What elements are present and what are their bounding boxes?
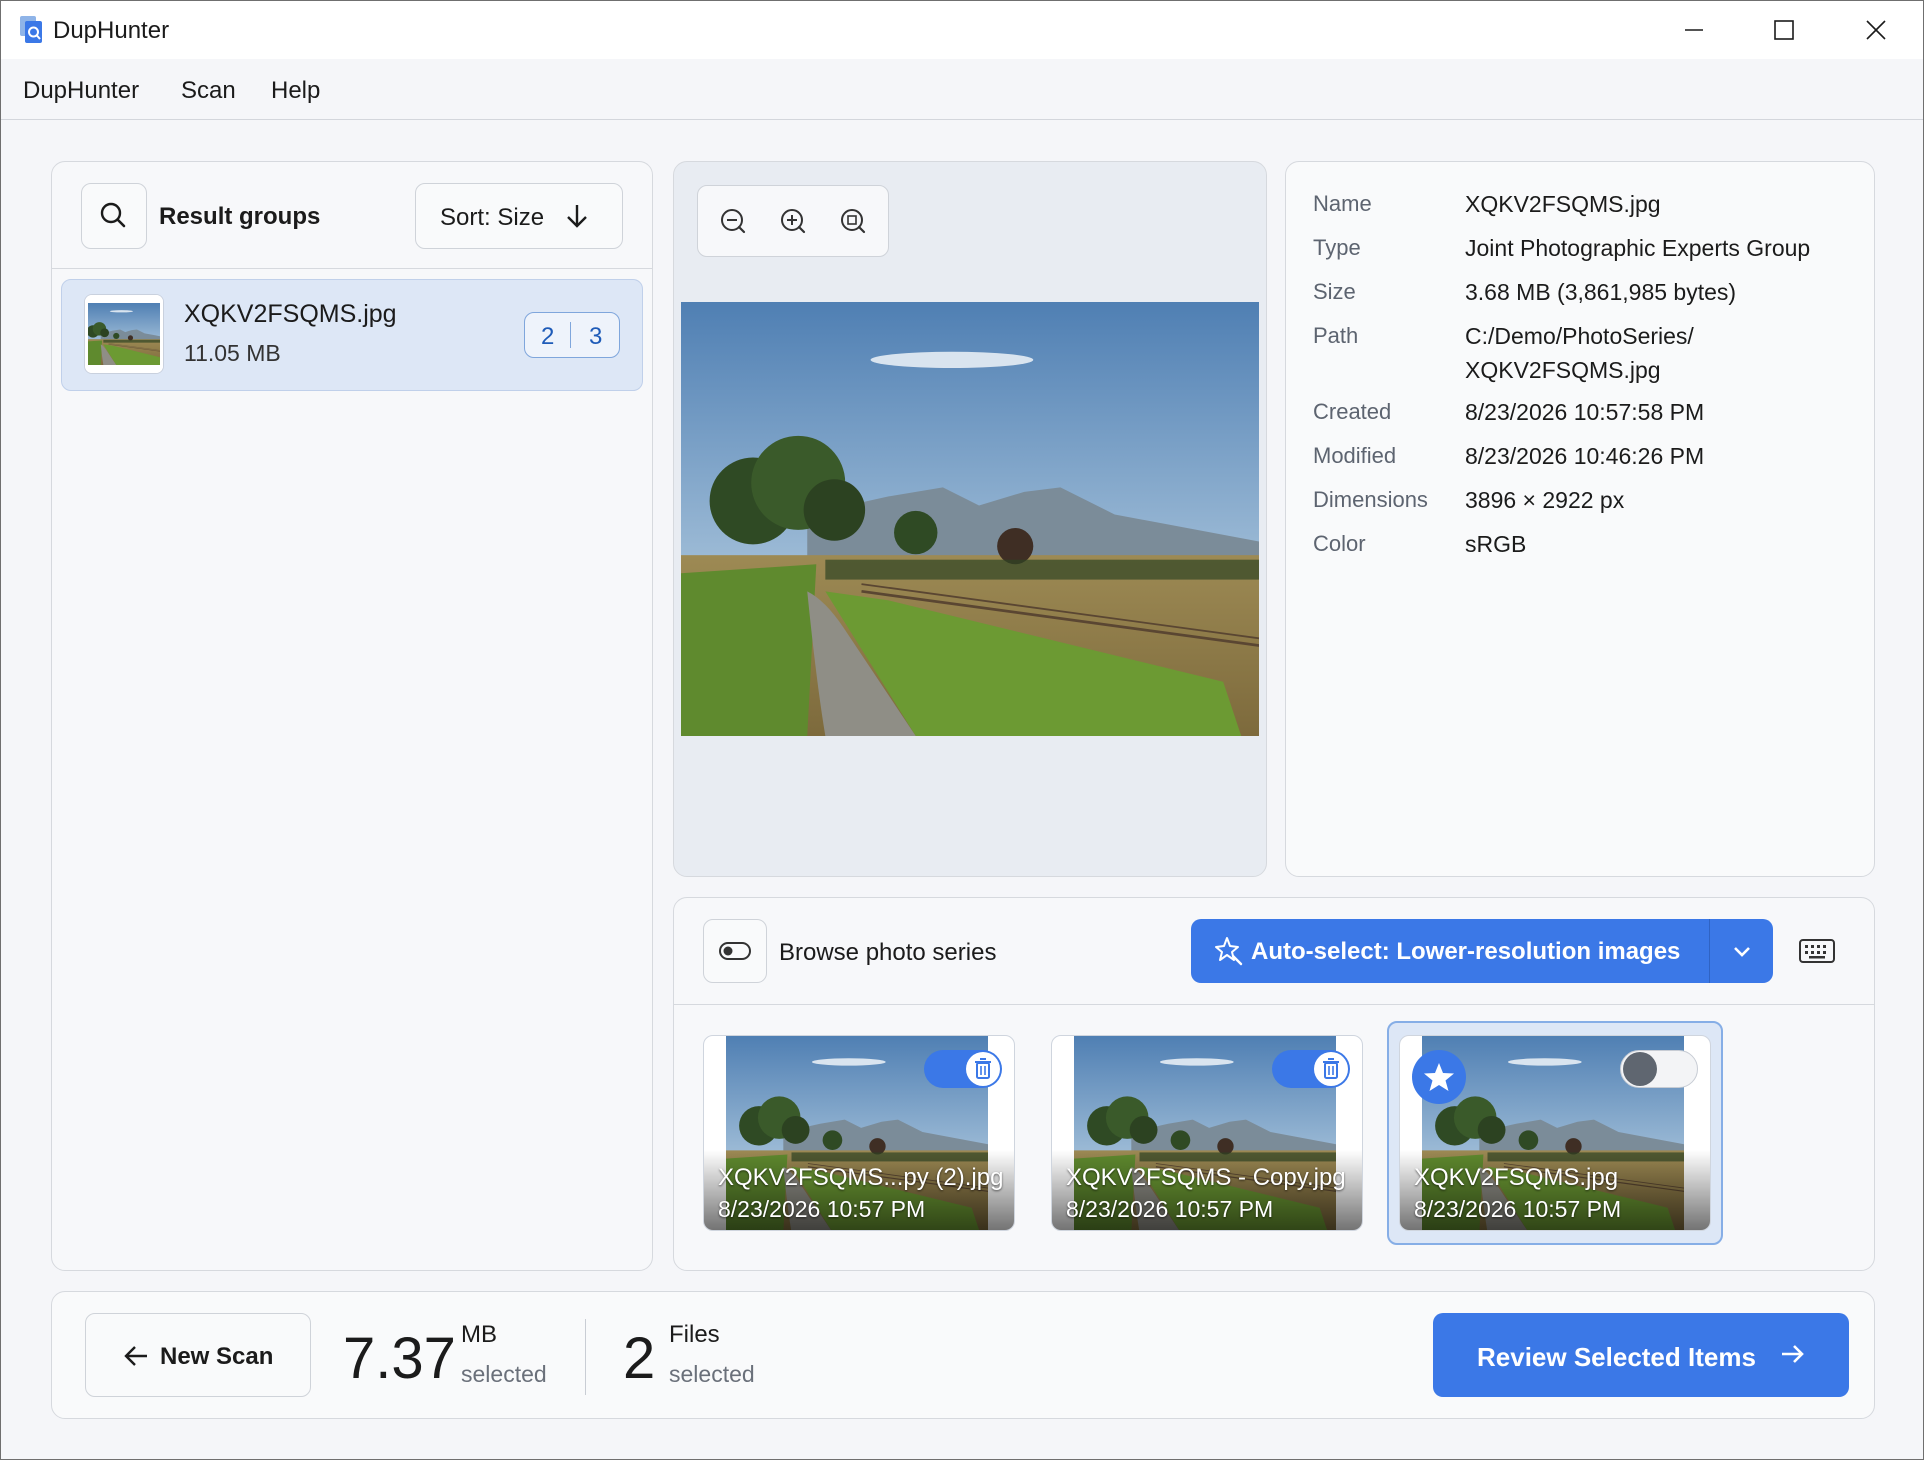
zoom-in-icon bbox=[781, 209, 806, 234]
divider bbox=[674, 1004, 1874, 1005]
prop-label-name: Name bbox=[1313, 191, 1372, 216]
zoom-out-button[interactable] bbox=[712, 200, 756, 244]
new-scan-button[interactable]: New Scan bbox=[85, 1313, 311, 1397]
prop-value-dimensions: 3896 × 2922 px bbox=[1465, 487, 1625, 513]
auto-select-dropdown[interactable] bbox=[1710, 919, 1773, 983]
prop-value-modified: 8/23/2026 10:46:26 PM bbox=[1465, 443, 1705, 469]
star-icon bbox=[1424, 1063, 1454, 1091]
sort-button[interactable]: Sort: Size bbox=[415, 183, 623, 249]
preferred-badge bbox=[1412, 1050, 1466, 1104]
selected-size-caption: selected bbox=[461, 1361, 547, 1387]
trash-icon bbox=[975, 1058, 991, 1079]
selected-size-value: 7.37 bbox=[343, 1326, 456, 1391]
close-button[interactable] bbox=[1831, 1, 1921, 59]
delete-toggle[interactable] bbox=[924, 1050, 1002, 1088]
app-logo-icon bbox=[20, 16, 42, 43]
count-a: 2 bbox=[541, 323, 555, 350]
arrow-left-icon bbox=[124, 1346, 147, 1366]
selected-files-caption: selected bbox=[669, 1361, 755, 1387]
prop-label-color: Color bbox=[1313, 531, 1366, 556]
group-file-name: XQKV2FSQMS.jpg bbox=[184, 300, 397, 328]
footer-divider bbox=[585, 1319, 586, 1395]
card-file-name: XQKV2FSQMS.jpg bbox=[1414, 1164, 1619, 1191]
delete-toggle[interactable] bbox=[1620, 1050, 1698, 1088]
menu-scan[interactable]: Scan bbox=[181, 77, 236, 105]
prop-label-created: Created bbox=[1313, 399, 1392, 424]
card-file-name: XQKV2FSQMS - Copy.jpg bbox=[1066, 1164, 1346, 1191]
toggle-knob bbox=[1623, 1052, 1657, 1086]
prop-label-dimensions: Dimensions bbox=[1313, 487, 1428, 512]
toggle-knob bbox=[1314, 1052, 1348, 1086]
toggle-icon bbox=[719, 942, 751, 960]
prop-value-created: 8/23/2026 10:57:58 PM bbox=[1465, 399, 1705, 425]
prop-label-path: Path bbox=[1313, 323, 1359, 348]
zoom-toolbar bbox=[697, 185, 889, 257]
series-card-preferred[interactable]: XQKV2FSQMS.jpg 8/23/2026 10:57 PM bbox=[1399, 1035, 1711, 1231]
count-b: 3 bbox=[589, 323, 603, 350]
group-thumbnail bbox=[84, 294, 164, 374]
keyboard-shortcuts-button[interactable] bbox=[1797, 933, 1837, 969]
card-date: 8/23/2026 10:57 PM bbox=[1414, 1196, 1622, 1222]
app-window: DupHunter DupHunter Scan Help Result gro… bbox=[0, 0, 1924, 1460]
auto-select-button[interactable]: Auto-select: Lower-resolution images bbox=[1191, 919, 1773, 983]
selected-files-value: 2 bbox=[623, 1326, 656, 1391]
results-title: Result groups bbox=[159, 203, 321, 230]
search-button[interactable] bbox=[81, 183, 147, 249]
minimize-button[interactable] bbox=[1649, 1, 1739, 59]
series-card[interactable]: XQKV2FSQMS...py (2).jpg 8/23/2026 10:57 … bbox=[703, 1035, 1015, 1231]
zoom-in-button[interactable] bbox=[772, 200, 816, 244]
prop-value-name: XQKV2FSQMS.jpg bbox=[1465, 191, 1661, 217]
arrow-down-icon bbox=[567, 205, 587, 228]
browse-series-toggle[interactable] bbox=[703, 919, 767, 983]
trash-icon bbox=[1323, 1058, 1339, 1079]
zoom-fit-icon bbox=[841, 209, 866, 234]
selected-files-unit: Files bbox=[669, 1321, 720, 1348]
zoom-out-icon bbox=[721, 209, 746, 234]
menu-duphunter[interactable]: DupHunter bbox=[23, 77, 139, 105]
review-selected-label: Review Selected Items bbox=[1477, 1342, 1756, 1372]
minimize-icon bbox=[1685, 29, 1703, 31]
menu-bar: DupHunter Scan Help bbox=[1, 59, 1923, 120]
browse-series-label: Browse photo series bbox=[779, 939, 997, 966]
maximize-icon bbox=[1774, 20, 1794, 40]
arrow-right-icon bbox=[1782, 1345, 1804, 1363]
properties-panel bbox=[1285, 161, 1875, 877]
divider bbox=[52, 268, 652, 269]
preview-image bbox=[681, 302, 1259, 736]
prop-value-size: 3.68 MB (3,861,985 bytes) bbox=[1465, 279, 1737, 305]
prop-label-modified: Modified bbox=[1313, 443, 1397, 468]
maximize-button[interactable] bbox=[1739, 1, 1829, 59]
window-title: DupHunter bbox=[53, 17, 170, 44]
result-group-item[interactable]: XQKV2FSQMS.jpg 11.05 MB 2 3 bbox=[61, 279, 643, 391]
prop-value-path: C:/Demo/PhotoSeries/ bbox=[1465, 323, 1694, 349]
selected-size-unit: MB bbox=[461, 1321, 497, 1348]
prop-value-path-line2: XQKV2FSQMS.jpg bbox=[1465, 357, 1661, 383]
card-date: 8/23/2026 10:57 PM bbox=[718, 1196, 926, 1222]
toggle-knob bbox=[966, 1052, 1000, 1086]
group-size: 11.05 MB bbox=[184, 340, 281, 366]
title-bar: DupHunter bbox=[1, 1, 1923, 59]
close-icon bbox=[1866, 20, 1886, 40]
magic-select-icon bbox=[1215, 937, 1243, 966]
zoom-fit-button[interactable] bbox=[832, 200, 876, 244]
badge-divider bbox=[570, 322, 571, 348]
prop-label-size: Size bbox=[1313, 279, 1356, 304]
menu-help[interactable]: Help bbox=[271, 77, 320, 105]
prop-value-color: sRGB bbox=[1465, 531, 1527, 557]
group-count-badge: 2 3 bbox=[524, 312, 620, 358]
chevron-down-icon bbox=[1734, 947, 1750, 957]
prop-value-type: Joint Photographic Experts Group bbox=[1465, 235, 1811, 261]
new-scan-label: New Scan bbox=[160, 1343, 274, 1370]
card-date: 8/23/2026 10:57 PM bbox=[1066, 1196, 1274, 1222]
card-file-name: XQKV2FSQMS...py (2).jpg bbox=[718, 1164, 1004, 1191]
auto-select-label: Auto-select: Lower-resolution images bbox=[1251, 938, 1681, 965]
prop-label-type: Type bbox=[1313, 235, 1361, 260]
keyboard-icon bbox=[1799, 939, 1835, 963]
delete-toggle[interactable] bbox=[1272, 1050, 1350, 1088]
sort-label: Sort: Size bbox=[440, 204, 545, 231]
review-selected-button[interactable]: Review Selected Items bbox=[1433, 1313, 1849, 1397]
search-icon bbox=[100, 202, 126, 228]
series-card[interactable]: XQKV2FSQMS - Copy.jpg 8/23/2026 10:57 PM bbox=[1051, 1035, 1363, 1231]
